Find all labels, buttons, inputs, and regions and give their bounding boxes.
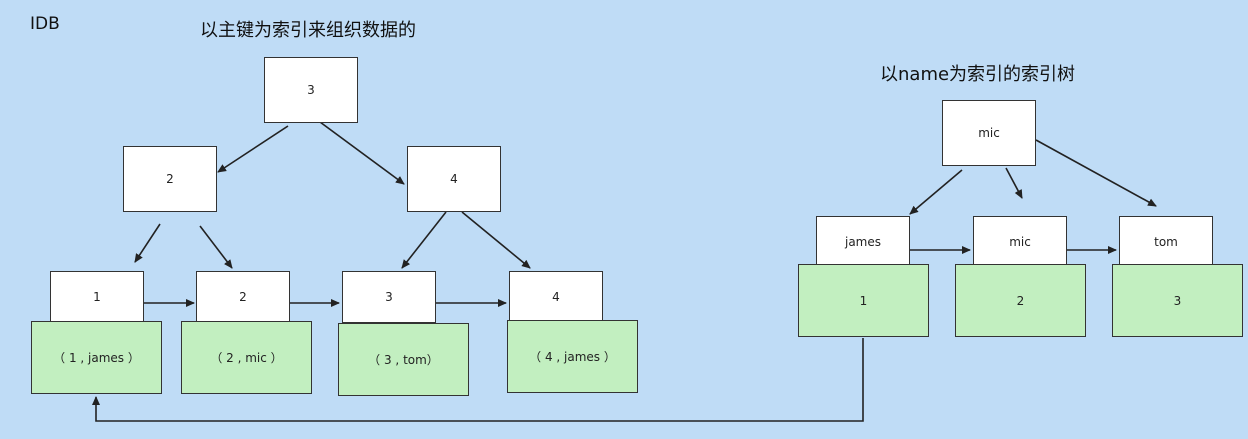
secondary-index-title: 以name为索引的索引树: [880, 64, 1076, 85]
secondary-leaf-value-1: 1: [798, 264, 929, 337]
edge-sec-root-to-mic: [1005, 167, 1023, 199]
primary-leaf-row-4: （ 4 , james ）: [507, 320, 638, 393]
edge-root-to-2: [217, 125, 289, 173]
secondary-root-node: mic: [942, 100, 1036, 166]
primary-node-2: 2: [123, 146, 217, 212]
edge-sec-root-to-tom: [1035, 139, 1157, 207]
primary-leaf-row-1: （ 1 , james ）: [31, 321, 162, 394]
idb-label: IDB: [30, 14, 60, 34]
primary-index-title: 以主键为索引来组织数据的: [200, 20, 416, 41]
secondary-leaf-key-mic: mic: [973, 216, 1067, 267]
edge-4-to-leaf-3: [401, 211, 447, 269]
primary-leaf-key-3: 3: [342, 271, 436, 323]
secondary-leaf-value-2: 2: [955, 264, 1086, 337]
primary-leaf-key-2: 2: [196, 271, 290, 323]
secondary-leaf-key-tom: tom: [1119, 216, 1213, 267]
edge-sec-root-to-james: [909, 169, 963, 215]
edge-2-to-leaf-2: [199, 225, 233, 269]
primary-leaf-key-1: 1: [50, 271, 144, 323]
primary-leaf-row-2: （ 2 , mic ）: [181, 321, 312, 394]
edge-4-to-leaf-4: [461, 211, 531, 269]
edge-root-to-4: [319, 121, 405, 185]
primary-node-4: 4: [407, 146, 501, 212]
diagram-canvas: IDB 以主键为索引来组织数据的 以name为索引的索引树 3 2 4 1 2 …: [0, 0, 1248, 439]
primary-leaf-row-3: （ 3 , tom）: [338, 323, 469, 396]
secondary-leaf-key-james: james: [816, 216, 910, 267]
secondary-leaf-value-3: 3: [1112, 264, 1243, 337]
primary-leaf-key-4: 4: [509, 271, 603, 323]
edge-2-to-leaf-1: [134, 223, 161, 263]
primary-root-node: 3: [264, 57, 358, 123]
